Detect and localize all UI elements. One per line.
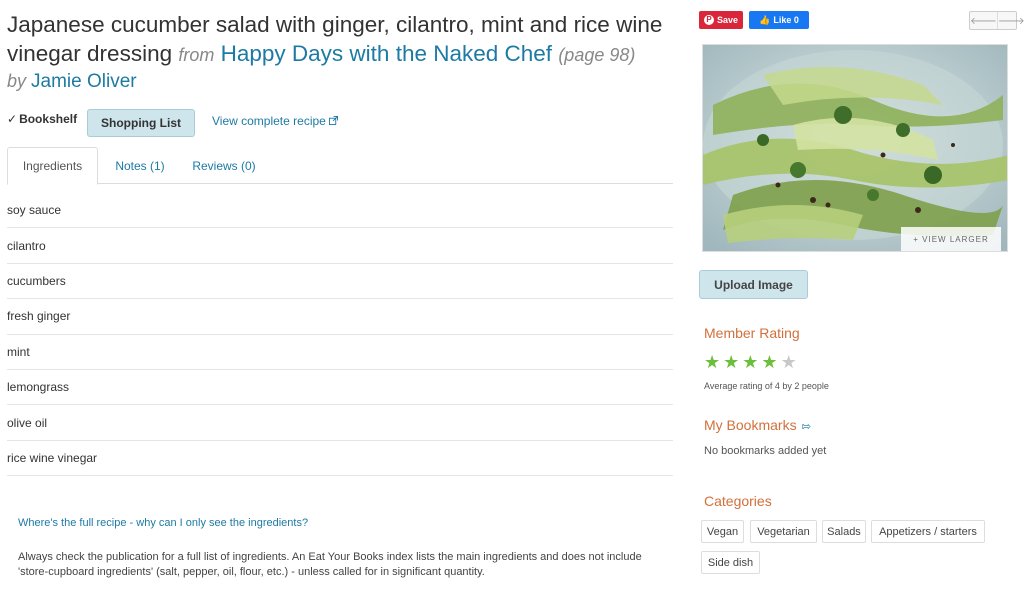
view-recipe-label: View complete recipe <box>212 114 326 128</box>
by-word: by <box>7 71 27 91</box>
recipe-actions: ✓ Bookshelf Shopping List View complete r… <box>7 109 673 139</box>
shopping-list-button[interactable]: Shopping List <box>87 109 195 137</box>
recipe-tabs: Ingredients Notes (1) Reviews (0) <box>7 147 673 185</box>
ingredient-item: soy sauce <box>7 193 673 229</box>
byline: by Jamie Oliver <box>7 71 673 93</box>
full-recipe-faq-answer: Always check the publication for a full … <box>18 551 642 578</box>
page-reference: (page 98) <box>558 45 636 65</box>
my-bookmarks-heading: My Bookmarks ⇰ <box>704 417 811 433</box>
author-link[interactable]: Jamie Oliver <box>31 71 137 92</box>
ingredient-item: lemongrass <box>7 370 673 406</box>
pinterest-icon: P <box>703 15 714 25</box>
star-icon: ★ <box>761 352 778 372</box>
recipe-pager: 🡐 🡒 <box>969 11 1024 30</box>
ingredient-item: cilantro <box>7 228 673 264</box>
average-rating-text: Average rating of 4 by 2 people <box>704 381 829 391</box>
star-icon: ★ <box>723 352 740 372</box>
ingredient-list: soy sauce cilantro cucumbers fresh ginge… <box>7 193 673 477</box>
like-label: Like 0 <box>773 15 799 25</box>
my-bookmarks-label: My Bookmarks <box>704 417 797 433</box>
category-tag-vegan[interactable]: Vegan <box>701 520 744 543</box>
bookmark-add-icon[interactable]: ⇰ <box>802 421 811 433</box>
view-larger-button[interactable]: + VIEW LARGER <box>901 227 1001 251</box>
ingredient-item: cucumbers <box>7 264 673 300</box>
from-word: from <box>178 45 215 65</box>
external-link-icon <box>328 116 338 128</box>
category-tag-salads[interactable]: Salads <box>822 520 866 543</box>
save-label: Save <box>716 15 739 25</box>
cucumber-salad-image <box>703 45 1007 251</box>
star-icon: ★ <box>704 352 721 372</box>
recipe-photo[interactable]: + VIEW LARGER <box>702 44 1008 252</box>
no-bookmarks-text: No bookmarks added yet <box>704 445 827 457</box>
tab-notes[interactable]: Notes (1) <box>103 147 177 184</box>
rating-stars: ★ ★ ★ ★ ★ <box>704 352 797 372</box>
categories-heading: Categories <box>704 493 772 509</box>
star-icon: ★ <box>742 352 759 372</box>
category-tag-side-dish[interactable]: Side dish <box>701 551 760 574</box>
ingredient-item: olive oil <box>7 405 673 441</box>
view-complete-recipe-link[interactable]: View complete recipe <box>212 114 338 128</box>
check-icon: ✓ <box>7 112 18 126</box>
arrow-right-icon[interactable]: 🡒 <box>996 12 1024 29</box>
recipe-main: Japanese cucumber salad with ginger, cil… <box>7 10 673 578</box>
facebook-like-button[interactable]: 👍 Like 0 <box>749 11 809 29</box>
thumbs-up-icon: 👍 <box>759 14 771 25</box>
full-recipe-faq-link[interactable]: Where's the full recipe - why can I only… <box>18 517 308 529</box>
category-tag-appetizers[interactable]: Appetizers / starters <box>871 520 985 543</box>
upload-image-button[interactable]: Upload Image <box>699 270 808 299</box>
tab-ingredients[interactable]: Ingredients <box>7 147 98 185</box>
tab-reviews[interactable]: Reviews (0) <box>185 147 263 184</box>
member-rating-heading: Member Rating <box>704 325 800 341</box>
book-title-link[interactable]: Happy Days with the Naked Chef <box>221 41 552 66</box>
star-icon: ★ <box>780 352 797 372</box>
ingredient-item: mint <box>7 335 673 370</box>
bookshelf-toggle[interactable]: ✓ Bookshelf <box>7 112 77 126</box>
recipe-sidebar: P Save 👍 Like 0 🡐 🡒 + VIEW LARGER Upload… <box>699 0 1024 604</box>
ingredient-item: rice wine vinegar <box>7 441 673 477</box>
bookshelf-label: Bookshelf <box>19 112 78 126</box>
category-tag-vegetarian[interactable]: Vegetarian <box>750 520 817 543</box>
arrow-left-icon[interactable]: 🡐 <box>970 12 997 29</box>
ingredient-item: fresh ginger <box>7 299 673 335</box>
pinterest-save-button[interactable]: P Save <box>699 11 743 29</box>
recipe-title: Japanese cucumber salad with ginger, cil… <box>7 10 673 70</box>
